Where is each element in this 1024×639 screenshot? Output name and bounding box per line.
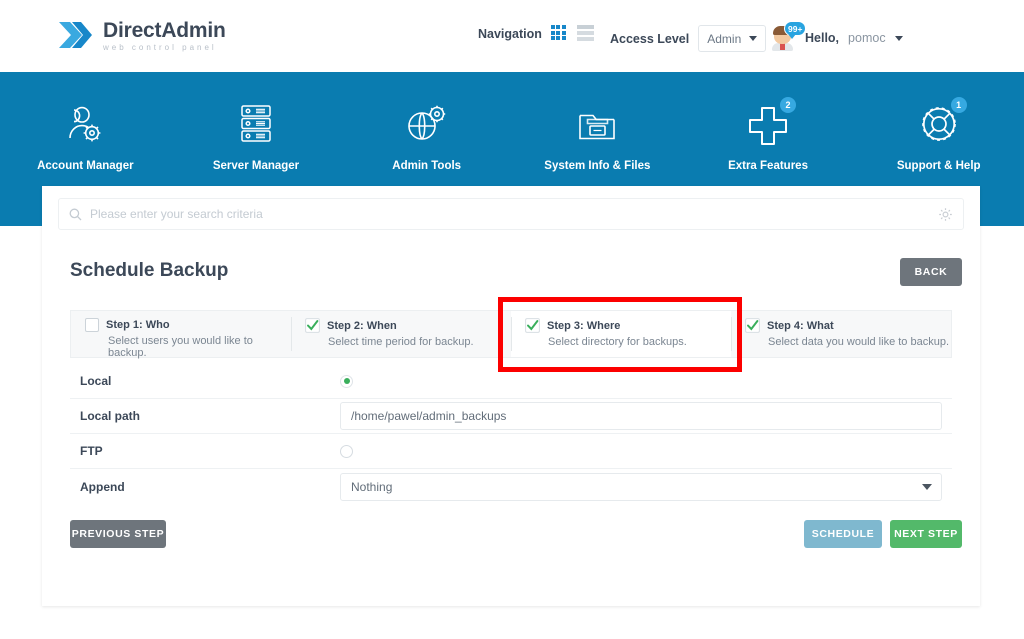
users-gear-icon xyxy=(59,100,111,150)
step-4-what[interactable]: Step 4: What Select data you would like … xyxy=(731,311,951,357)
chevron-down-icon xyxy=(922,483,932,490)
chevron-down-icon[interactable] xyxy=(894,35,903,41)
check-mark-icon xyxy=(305,318,320,333)
local-path-label: Local path xyxy=(80,409,141,423)
nav-item-admin-tools[interactable]: Admin Tools xyxy=(341,72,512,172)
nav-item-extra-features[interactable]: 2 Extra Features xyxy=(683,72,854,172)
brand-title: DirectAdmin xyxy=(103,19,226,42)
nav-badge: 1 xyxy=(950,97,967,113)
folder-files-icon xyxy=(571,100,623,150)
step-title: Step 4: What xyxy=(767,319,834,332)
nav-label: Account Manager xyxy=(37,160,134,172)
gear-icon[interactable] xyxy=(938,207,953,222)
hello-label: Hello, xyxy=(805,31,840,45)
lifebuoy-icon: 1 xyxy=(913,97,967,150)
append-value: Nothing xyxy=(351,479,393,494)
content-card: Schedule Backup BACK Step 1: Who Select … xyxy=(42,186,980,606)
username-label: pomoc xyxy=(848,31,886,45)
step-3-where[interactable]: Step 3: Where Select directory for backu… xyxy=(511,311,731,357)
previous-step-button[interactable]: PREVIOUS STEP xyxy=(70,520,166,548)
access-level-control: Access Level Admin xyxy=(610,25,767,52)
next-step-button[interactable]: NEXT STEP xyxy=(890,520,962,548)
search-icon xyxy=(69,208,82,221)
nav-label: Support & Help xyxy=(896,160,981,172)
nav-item-account-manager[interactable]: Account Manager xyxy=(0,72,171,172)
nav-item-server-manager[interactable]: Server Manager xyxy=(171,72,342,172)
navigation-label: Navigation xyxy=(478,26,542,41)
access-level-value: Admin xyxy=(707,31,742,46)
row-local-path: Local path xyxy=(70,399,952,434)
nav-label: Server Manager xyxy=(212,160,300,172)
search-input[interactable] xyxy=(90,207,938,221)
server-rack-icon xyxy=(230,100,282,150)
step-description: Select data you would like to backup. xyxy=(768,336,950,348)
schedule-button[interactable]: SCHEDULE xyxy=(804,520,882,548)
page-title: Schedule Backup xyxy=(70,260,229,281)
local-path-input[interactable] xyxy=(340,402,942,430)
nav-item-support-help[interactable]: 1 Support & Help xyxy=(853,72,1024,172)
nav-item-system-info-files[interactable]: System Info & Files xyxy=(512,72,683,172)
nav-label: System Info & Files xyxy=(544,160,651,172)
plus-icon: 2 xyxy=(742,97,797,150)
step-title: Step 1: Who xyxy=(106,319,170,331)
step-description: Select directory for backups. xyxy=(548,336,687,348)
step-title: Step 2: When xyxy=(327,319,397,332)
top-header: DirectAdmin web control panel Navigation… xyxy=(0,0,1024,72)
step-title: Step 3: Where xyxy=(547,319,621,332)
navigation-switcher: Navigation xyxy=(478,25,594,42)
access-level-label: Access Level xyxy=(610,31,690,46)
brand-tagline: web control panel xyxy=(103,43,217,52)
chevron-down-icon xyxy=(749,36,758,41)
notification-badge: 99+ xyxy=(784,21,807,39)
nav-badge: 2 xyxy=(780,97,797,113)
append-label: Append xyxy=(80,479,125,494)
back-button[interactable]: BACK xyxy=(900,258,962,286)
ftp-label: FTP xyxy=(80,444,103,458)
app-window: DirectAdmin web control panel Navigation… xyxy=(0,0,1024,639)
ftp-radio[interactable] xyxy=(340,444,353,458)
check-mark-icon xyxy=(745,318,760,333)
brand-logo[interactable]: DirectAdmin web control panel xyxy=(58,18,226,52)
wizard-steps: Step 1: Who Select users you would like … xyxy=(70,310,952,359)
avatar: 99+ xyxy=(770,21,807,51)
step-1-who[interactable]: Step 1: Who Select users you would like … xyxy=(71,311,291,359)
step-2-when[interactable]: Step 2: When Select time period for back… xyxy=(291,311,511,357)
access-level-select[interactable]: Admin xyxy=(698,25,767,52)
step-description: Select users you would like to backup. xyxy=(108,335,253,359)
header-right-controls: Navigation Access Level Admin 99+ Hello,… xyxy=(464,0,1024,72)
nav-label: Extra Features xyxy=(728,160,808,172)
local-label: Local xyxy=(80,374,112,388)
list-view-icon[interactable] xyxy=(576,25,594,42)
grid-view-icon[interactable] xyxy=(550,25,568,42)
row-append: Append Nothing xyxy=(70,469,952,504)
user-menu[interactable]: 99+ Hello, pomoc xyxy=(770,21,903,51)
brand-text: DirectAdmin web control panel xyxy=(103,18,226,52)
globe-gear-icon xyxy=(401,100,453,150)
checkbox-unchecked-icon[interactable] xyxy=(85,318,99,332)
nav-label: Admin Tools xyxy=(392,160,462,172)
row-ftp: FTP xyxy=(70,434,952,469)
append-select[interactable]: Nothing xyxy=(340,472,942,501)
step-description: Select time period for backup. xyxy=(328,336,474,348)
row-local: Local xyxy=(70,364,952,399)
search-bar[interactable] xyxy=(58,198,964,230)
check-mark-icon xyxy=(525,318,540,333)
directadmin-chevron-logo-icon xyxy=(58,18,94,52)
local-radio[interactable] xyxy=(340,374,353,388)
